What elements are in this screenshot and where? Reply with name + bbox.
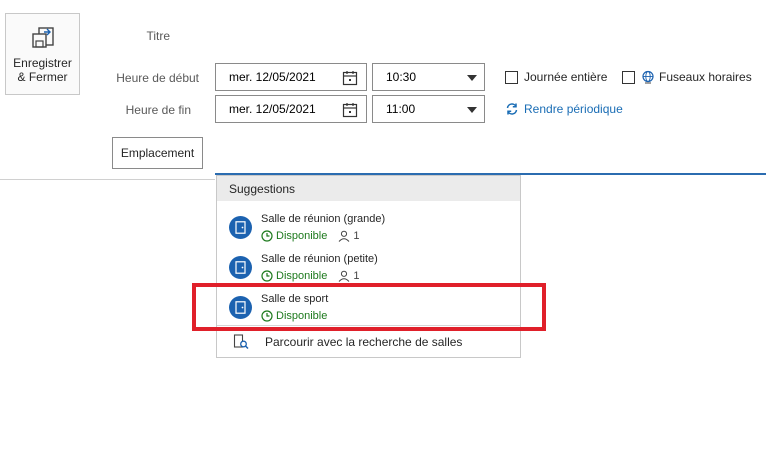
- chevron-down-icon[interactable]: [467, 75, 477, 81]
- start-time-select[interactable]: 10:30: [372, 63, 485, 91]
- highlight-box: [192, 283, 546, 331]
- person-icon: [339, 270, 350, 282]
- save-close-icon: [31, 27, 54, 48]
- room-capacity-value: 1: [353, 230, 360, 242]
- room-capacity: 1: [338, 230, 360, 242]
- start-date-field[interactable]: mer. 12/05/2021: [215, 63, 367, 91]
- calendar-icon[interactable]: [342, 70, 358, 86]
- time-zones-label: Fuseaux horaires: [659, 70, 752, 84]
- all-day-checkbox[interactable]: Journée entière: [505, 70, 607, 84]
- calendar-icon[interactable]: [342, 102, 358, 118]
- checkbox-icon[interactable]: [505, 70, 518, 84]
- globe-icon: [642, 70, 654, 84]
- chevron-down-icon[interactable]: [467, 107, 477, 113]
- divider: [0, 179, 215, 180]
- save-close-label: Enregistrer & Fermer: [13, 56, 72, 84]
- room-status-label: Disponible: [276, 270, 328, 282]
- end-time-value: 11:00: [386, 102, 416, 116]
- room-capacity-value: 1: [353, 270, 360, 282]
- location-button[interactable]: Emplacement: [112, 137, 203, 169]
- room-status-label: Disponible: [276, 230, 328, 242]
- end-time-select[interactable]: 11:00: [372, 95, 485, 123]
- recurrence-icon: [506, 103, 518, 115]
- room-name: Salle de réunion (petite): [261, 253, 378, 265]
- room-suggestion-large-meeting[interactable]: Salle de réunion (grande) Disponible 1: [217, 206, 520, 246]
- time-zones-checkbox[interactable]: Fuseaux horaires: [622, 70, 752, 84]
- end-time-label: Heure de fin: [125, 103, 191, 117]
- room-status: Disponible 1: [261, 270, 360, 282]
- person-icon: [339, 230, 350, 242]
- save-close-button[interactable]: Enregistrer & Fermer: [5, 13, 80, 95]
- title-input[interactable]: [212, 57, 766, 58]
- start-date-value: mer. 12/05/2021: [229, 70, 316, 84]
- start-time-value: 10:30: [386, 70, 417, 84]
- title-label: Titre: [146, 29, 170, 43]
- room-status: Disponible 1: [261, 230, 360, 242]
- room-icon: [229, 256, 252, 279]
- checkbox-icon[interactable]: [622, 70, 635, 84]
- suggestions-header: Suggestions: [217, 176, 520, 201]
- clock-icon: [261, 230, 273, 242]
- room-finder-icon: [233, 334, 249, 350]
- room-icon: [229, 216, 252, 239]
- all-day-label: Journée entière: [524, 70, 608, 84]
- recurrence-link[interactable]: Rendre périodique: [505, 102, 623, 116]
- room-capacity: 1: [338, 270, 360, 282]
- end-date-value: mer. 12/05/2021: [229, 102, 316, 116]
- clock-icon: [261, 270, 273, 282]
- recurrence-label: Rendre périodique: [524, 102, 623, 116]
- browse-rooms-label: Parcourir avec la recherche de salles: [265, 335, 463, 349]
- room-name: Salle de réunion (grande): [261, 213, 386, 225]
- room-suggestion-small-meeting[interactable]: Salle de réunion (petite) Disponible 1: [217, 246, 520, 286]
- start-time-label: Heure de début: [116, 71, 199, 85]
- end-date-field[interactable]: mer. 12/05/2021: [215, 95, 367, 123]
